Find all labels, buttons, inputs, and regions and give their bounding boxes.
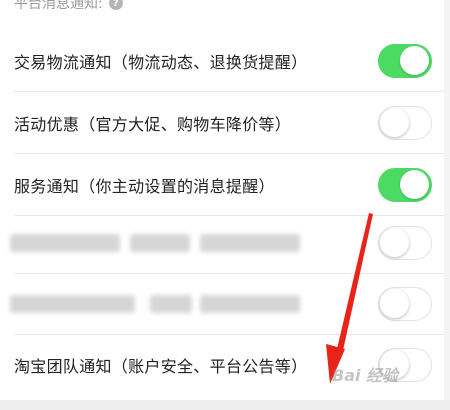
red-arrow-annotation (326, 213, 373, 384)
notification-settings-screen: 平台消息通知: ? 交易物流通知（物流动态、退换货提醒） 活动优惠（官方大促、购… (0, 0, 450, 410)
watermark: Bai 经验 (332, 366, 399, 385)
arrow-shaft (336, 213, 373, 355)
